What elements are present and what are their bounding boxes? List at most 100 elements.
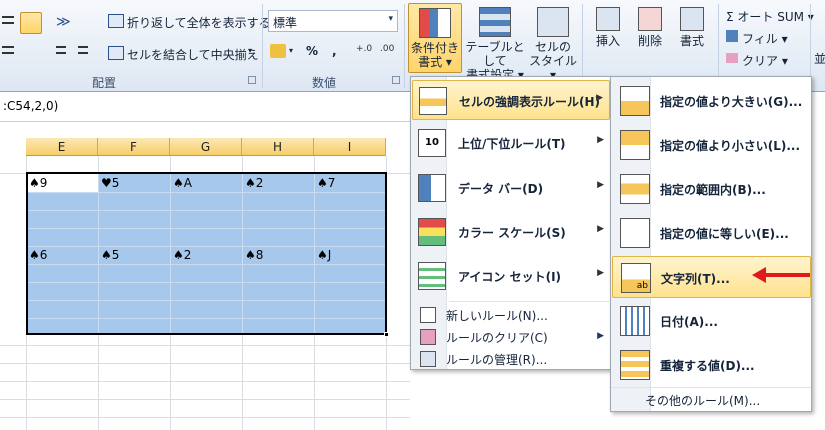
number-format-value: 標準 xyxy=(273,16,298,30)
submenu-item-duplicate-values[interactable]: 重複する値(D)... xyxy=(612,344,811,386)
cell-i1[interactable]: ♠7 xyxy=(317,174,335,192)
cell-styles-button[interactable]: セルの スタイル ▾ xyxy=(526,3,580,82)
clear-rules-icon xyxy=(420,329,436,345)
selected-range[interactable]: ♠9 ♥5 ♠A ♠2 ♠7 ♠6 ♠5 ♠2 ♠8 ♠J xyxy=(26,172,389,337)
comma-button[interactable]: , xyxy=(332,44,337,58)
cell-e1[interactable]: ♠9 xyxy=(29,174,47,192)
submenu-arrow-icon: ▶ xyxy=(597,268,604,278)
grid-line xyxy=(28,228,385,229)
autosum-button[interactable]: Σ オート SUM ▾ xyxy=(726,8,814,25)
orientation-icon[interactable]: ≫ xyxy=(56,14,72,30)
menu-item-data-bars[interactable]: データ バー(D) ▶ xyxy=(412,168,610,208)
grid-line xyxy=(28,318,385,319)
merge-center-button[interactable]: セルを結合して中央揃え xyxy=(127,46,259,63)
column-header-f[interactable]: F xyxy=(98,138,170,156)
icon-sets-icon xyxy=(418,262,446,290)
cell-g1[interactable]: ♠A xyxy=(173,174,192,192)
cell-styles-label-1: セルの xyxy=(534,40,571,54)
text-contains-icon: ab xyxy=(621,263,651,293)
align-middle-icon[interactable] xyxy=(20,12,42,34)
submenu-item-label: 重複する値(D)... xyxy=(660,359,755,373)
submenu-item-equal-to[interactable]: 指定の値に等しい(E)... xyxy=(612,212,811,254)
color-scales-icon xyxy=(418,218,446,246)
grid-line xyxy=(242,174,243,333)
submenu-item-label: 指定の値に等しい(E)... xyxy=(660,227,789,241)
eraser-icon xyxy=(726,53,738,63)
grid-line xyxy=(28,246,385,247)
conditional-format-menu: セルの強調表示ルール(H) ▶ 10 上位/下位ルール(T) ▶ データ バー(… xyxy=(410,76,611,370)
fill-button[interactable]: フィル ▾ xyxy=(742,30,788,47)
increase-indent-icon[interactable] xyxy=(78,46,88,54)
number-launcher-icon[interactable] xyxy=(392,76,400,84)
format-icon xyxy=(680,7,704,31)
menu-item-label: セルの強調表示ルール(H) xyxy=(459,95,601,109)
number-format-select[interactable]: 標準 ▾ xyxy=(268,10,398,32)
grid-line xyxy=(170,174,171,333)
cell-h1[interactable]: ♠2 xyxy=(245,174,263,192)
alignment-launcher-icon[interactable] xyxy=(248,76,256,84)
duplicate-values-icon xyxy=(620,350,650,380)
menu-item-label: ルールのクリア(C) xyxy=(446,331,548,345)
column-header-h[interactable]: H xyxy=(242,138,314,156)
formula-bar[interactable]: :C54,2,0) xyxy=(0,92,410,122)
submenu-arrow-icon: ▶ xyxy=(597,135,604,145)
grid-line xyxy=(28,192,385,193)
delete-button[interactable]: 削除 xyxy=(630,3,670,48)
decrease-indent-icon[interactable] xyxy=(56,46,66,54)
submenu-item-date[interactable]: 日付(A)... xyxy=(612,300,811,342)
arrow-head xyxy=(752,267,766,283)
submenu-item-greater-than[interactable]: 指定の値より大きい(G)... xyxy=(612,80,811,122)
merge-dropdown-icon[interactable]: ▾ xyxy=(248,46,252,55)
wrap-text-button[interactable]: 折り返して全体を表示する xyxy=(127,14,271,31)
merge-center-icon[interactable] xyxy=(108,46,124,60)
column-header-g[interactable]: G xyxy=(170,138,242,156)
submenu-more-rules[interactable]: その他のルール(M)... xyxy=(645,392,760,409)
cell-i2[interactable]: ♠J xyxy=(317,246,331,264)
align-center-icon[interactable] xyxy=(2,46,14,54)
chevron-down-icon: ▾ xyxy=(388,14,393,24)
increase-decimal-icon[interactable]: +.0 xyxy=(356,44,372,58)
submenu-item-less-than[interactable]: 指定の値より小さい(L)... xyxy=(612,124,811,166)
insert-label: 挿入 xyxy=(595,34,620,48)
format-as-table-label-1: テーブルとして xyxy=(465,40,525,68)
submenu-item-between[interactable]: 指定の範囲内(B)... xyxy=(612,168,811,210)
insert-button[interactable]: 挿入 xyxy=(588,3,628,48)
cell-styles-icon xyxy=(537,7,569,37)
format-button[interactable]: 書式 xyxy=(672,3,712,48)
sort-filter-edge-label[interactable]: 並 xyxy=(814,50,825,67)
cell-f2[interactable]: ♠5 xyxy=(101,246,119,264)
menu-item-manage-rules[interactable]: ルールの管理(R)... xyxy=(412,348,610,370)
menu-item-icon-sets[interactable]: アイコン セット(I) ▶ xyxy=(412,256,610,296)
cell-h2[interactable]: ♠8 xyxy=(245,246,263,264)
menu-item-new-rule[interactable]: 新しいルール(N)... xyxy=(412,304,610,326)
cell-g2[interactable]: ♠2 xyxy=(173,246,191,264)
menu-item-label: カラー スケール(S) xyxy=(458,226,566,240)
decrease-decimal-icon[interactable]: .00 xyxy=(380,44,396,58)
currency-icon[interactable] xyxy=(270,44,286,58)
grid-line xyxy=(28,300,385,301)
submenu-arrow-icon: ▶ xyxy=(597,180,604,190)
cell-f1[interactable]: ♥5 xyxy=(101,174,119,192)
format-as-table-icon xyxy=(479,7,511,37)
fill-handle[interactable] xyxy=(384,332,389,337)
menu-item-color-scales[interactable]: カラー スケール(S) ▶ xyxy=(412,212,610,252)
conditional-format-button[interactable]: 条件付き 書式 ▾ xyxy=(408,3,462,73)
grid-line xyxy=(28,264,385,265)
menu-item-label: データ バー(D) xyxy=(458,182,544,196)
wrap-text-icon[interactable] xyxy=(108,14,124,28)
menu-item-highlight-cells-rules[interactable]: セルの強調表示ルール(H) ▶ xyxy=(412,80,610,120)
currency-dropdown-icon[interactable]: ▾ xyxy=(289,46,293,55)
format-as-table-button[interactable]: テーブルとして 書式設定 ▾ xyxy=(462,3,528,82)
clear-button[interactable]: クリア ▾ xyxy=(742,52,788,69)
menu-item-label: アイコン セット(I) xyxy=(458,270,562,284)
menu-item-clear-rules[interactable]: ルールのクリア(C) ▶ xyxy=(412,326,610,348)
less-than-icon xyxy=(620,130,650,160)
highlight-rules-submenu: 指定の値より大きい(G)... 指定の値より小さい(L)... 指定の範囲内(B… xyxy=(610,76,812,412)
column-header-i[interactable]: I xyxy=(314,138,386,156)
menu-item-top-bottom-rules[interactable]: 10 上位/下位ルール(T) ▶ xyxy=(412,123,610,163)
conditional-format-label-1: 条件付き xyxy=(410,41,459,55)
cell-e2[interactable]: ♠6 xyxy=(29,246,47,264)
percent-button[interactable]: % xyxy=(306,44,318,58)
column-header-e[interactable]: E xyxy=(26,138,98,156)
align-left-icon[interactable] xyxy=(2,16,14,24)
